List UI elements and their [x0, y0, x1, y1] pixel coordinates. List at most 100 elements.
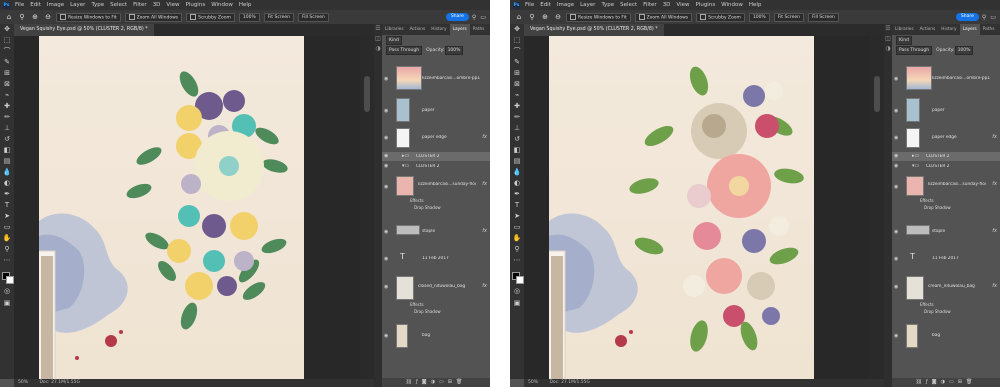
properties-icon[interactable]: ◫ [374, 34, 382, 44]
share-button[interactable]: Share [955, 13, 979, 21]
drop-shadow-effect[interactable]: Drop Shadow [924, 309, 951, 314]
layer-group-row[interactable]: ◉ ▾▭ CLUSTER 2 [382, 162, 490, 171]
layer-name[interactable]: CLUSTER 2 [926, 164, 984, 169]
zoom-tool-icon[interactable]: ⚲ [0, 244, 14, 255]
pen-tool-icon[interactable]: ✒ [510, 189, 524, 200]
background-color-swatch[interactable] [6, 276, 14, 284]
resize-windows-checkbox[interactable]: Resize Windows to Fit [566, 12, 631, 22]
workspace-icon[interactable]: ▭ [990, 14, 996, 21]
libraries-icon[interactable]: ☰ [374, 24, 382, 34]
menu-file[interactable]: File [15, 0, 24, 10]
crop-tool-icon[interactable]: ⊞ [0, 68, 14, 79]
home-icon[interactable]: ⌂ [5, 13, 13, 21]
gradient-tool-icon[interactable]: ▤ [510, 156, 524, 167]
tab-history[interactable]: History [938, 24, 959, 35]
more-tools-icon[interactable]: ⋯ [510, 255, 524, 266]
layer-name[interactable]: CLUSTER 2 [416, 154, 474, 159]
scrubby-zoom-checkbox[interactable]: Scrubby Zoom [696, 12, 745, 22]
layer-effects-badge[interactable]: fx [992, 283, 997, 289]
layer-name[interactable]: lizzeimbarcasi...ombre-pp18 [932, 76, 990, 81]
visibility-eye-icon[interactable]: ◉ [384, 184, 388, 190]
drop-shadow-effect[interactable]: Drop Shadow [924, 205, 951, 210]
adjustment-icon[interactable]: ◑ [941, 379, 949, 385]
workspace-icon[interactable]: ▭ [480, 14, 486, 21]
visibility-eye-icon[interactable]: ◉ [894, 229, 898, 235]
menu-file[interactable]: File [525, 0, 534, 10]
visibility-eye-icon[interactable]: ◉ [894, 184, 898, 190]
quick-select-tool-icon[interactable]: ✎ [0, 57, 14, 68]
zoom-tool-icon[interactable]: ⚲ [510, 244, 524, 255]
visibility-eye-icon[interactable]: ◉ [384, 76, 388, 82]
move-tool-icon[interactable]: ✥ [0, 24, 14, 35]
fit-screen-button[interactable]: Fit Screen [263, 12, 294, 22]
menu-help[interactable]: Help [239, 0, 252, 10]
document-tab[interactable]: Vegan Squishy Eye.psd @ 50% (CLUSTER 2, … [14, 24, 154, 36]
layer-row[interactable]: ◉ closed_nituwolau_bag fx Effects Drop S… [382, 274, 490, 318]
blend-mode-select[interactable]: Pass Through [896, 45, 933, 55]
menu-help[interactable]: Help [749, 0, 762, 10]
screen-mode-icon[interactable]: ▣ [510, 298, 524, 309]
layer-row[interactable]: ◉ lizzeimbarcasi...ombre-pp18 [382, 64, 490, 92]
tab-libraries[interactable]: Libraries [892, 24, 917, 35]
healing-tool-icon[interactable]: ✚ [0, 101, 14, 112]
visibility-eye-icon[interactable]: ◉ [894, 163, 898, 169]
tab-libraries[interactable]: Libraries [382, 24, 407, 35]
layer-kind-filter[interactable]: Kind [896, 35, 912, 45]
zoom-level[interactable]: 50% [528, 380, 538, 385]
menu-plugins[interactable]: Plugins [185, 0, 205, 10]
layer-row[interactable]: ◉ lizzeimbarcasi...sunday-flower3 fx Eff… [892, 174, 1000, 216]
opacity-input[interactable]: 100% [954, 45, 974, 55]
frame-tool-icon[interactable]: ⊠ [0, 79, 14, 90]
tab-layers[interactable]: Layers [449, 24, 470, 35]
zoom-out-icon[interactable]: ⊖ [554, 13, 562, 21]
menu-image[interactable]: Image [47, 0, 64, 10]
layer-name[interactable]: lizzeimbarcasi...sunday-flower3 [418, 182, 476, 187]
layer-name[interactable]: lizzeimbarcasi...sunday-flower3 [928, 182, 986, 187]
visibility-eye-icon[interactable]: ◉ [894, 153, 898, 159]
scrollbar-thumb[interactable] [364, 76, 370, 112]
dodge-tool-icon[interactable]: ◐ [510, 178, 524, 189]
layer-name[interactable]: 11 Feb 2017 [422, 256, 480, 261]
visibility-eye-icon[interactable]: ◉ [384, 333, 388, 339]
history-brush-tool-icon[interactable]: ↺ [0, 134, 14, 145]
layer-effects-badge[interactable]: fx [482, 134, 487, 140]
shape-tool-icon[interactable]: ▭ [510, 222, 524, 233]
canvas-area[interactable] [14, 36, 360, 379]
menu-plugins[interactable]: Plugins [695, 0, 715, 10]
layer-name[interactable]: paper [932, 108, 990, 113]
layer-row[interactable]: ◉ paper edge fx [382, 126, 490, 148]
layer-row[interactable]: ◉ lizzeimbarcasi...sunday-flower3 fx Eff… [382, 174, 490, 216]
scrollbar-thumb[interactable] [874, 76, 880, 112]
zoom-tool-icon[interactable]: ⚲ [528, 13, 536, 21]
zoom-all-checkbox[interactable]: Zoom All Windows [124, 12, 183, 22]
menu-filter[interactable]: Filter [643, 0, 657, 10]
menu-layer[interactable]: Layer [70, 0, 85, 10]
layer-kind-filter[interactable]: Kind [386, 35, 402, 45]
canvas-area[interactable] [524, 36, 870, 379]
visibility-eye-icon[interactable]: ◉ [894, 108, 898, 114]
mask-icon[interactable]: ◙ [932, 379, 941, 385]
layer-row[interactable]: ◉ T 11 Feb 2017 [382, 246, 490, 270]
shape-tool-icon[interactable]: ▭ [0, 222, 14, 233]
hand-tool-icon[interactable]: ✋ [0, 233, 14, 244]
layer-row[interactable]: ◉ staple fx [382, 220, 490, 242]
zoom-100-button[interactable]: 100% [748, 12, 770, 22]
frame-tool-icon[interactable]: ⊠ [510, 79, 524, 90]
visibility-eye-icon[interactable]: ◉ [894, 135, 898, 141]
tab-layers[interactable]: Layers [959, 24, 980, 35]
zoom-100-button[interactable]: 100% [238, 12, 260, 22]
new-group-icon[interactable]: ▭ [439, 379, 448, 385]
drop-shadow-effect[interactable]: Drop Shadow [414, 205, 441, 210]
gradient-tool-icon[interactable]: ▤ [0, 156, 14, 167]
layer-row[interactable]: ◉ paper [892, 96, 1000, 122]
healing-tool-icon[interactable]: ✚ [510, 101, 524, 112]
menu-edit[interactable]: Edit [540, 0, 551, 10]
new-layer-icon[interactable]: ⊞ [448, 379, 456, 385]
libraries-icon[interactable]: ☰ [884, 24, 892, 34]
stamp-tool-icon[interactable]: ⊥ [0, 123, 14, 134]
brush-tool-icon[interactable]: ✏ [510, 112, 524, 123]
layer-name[interactable]: paper [422, 108, 480, 113]
layer-row[interactable]: ◉ bag [892, 322, 1000, 348]
fill-screen-button[interactable]: Fill Screen [807, 12, 839, 22]
search-icon[interactable]: ⚲ [982, 14, 986, 21]
